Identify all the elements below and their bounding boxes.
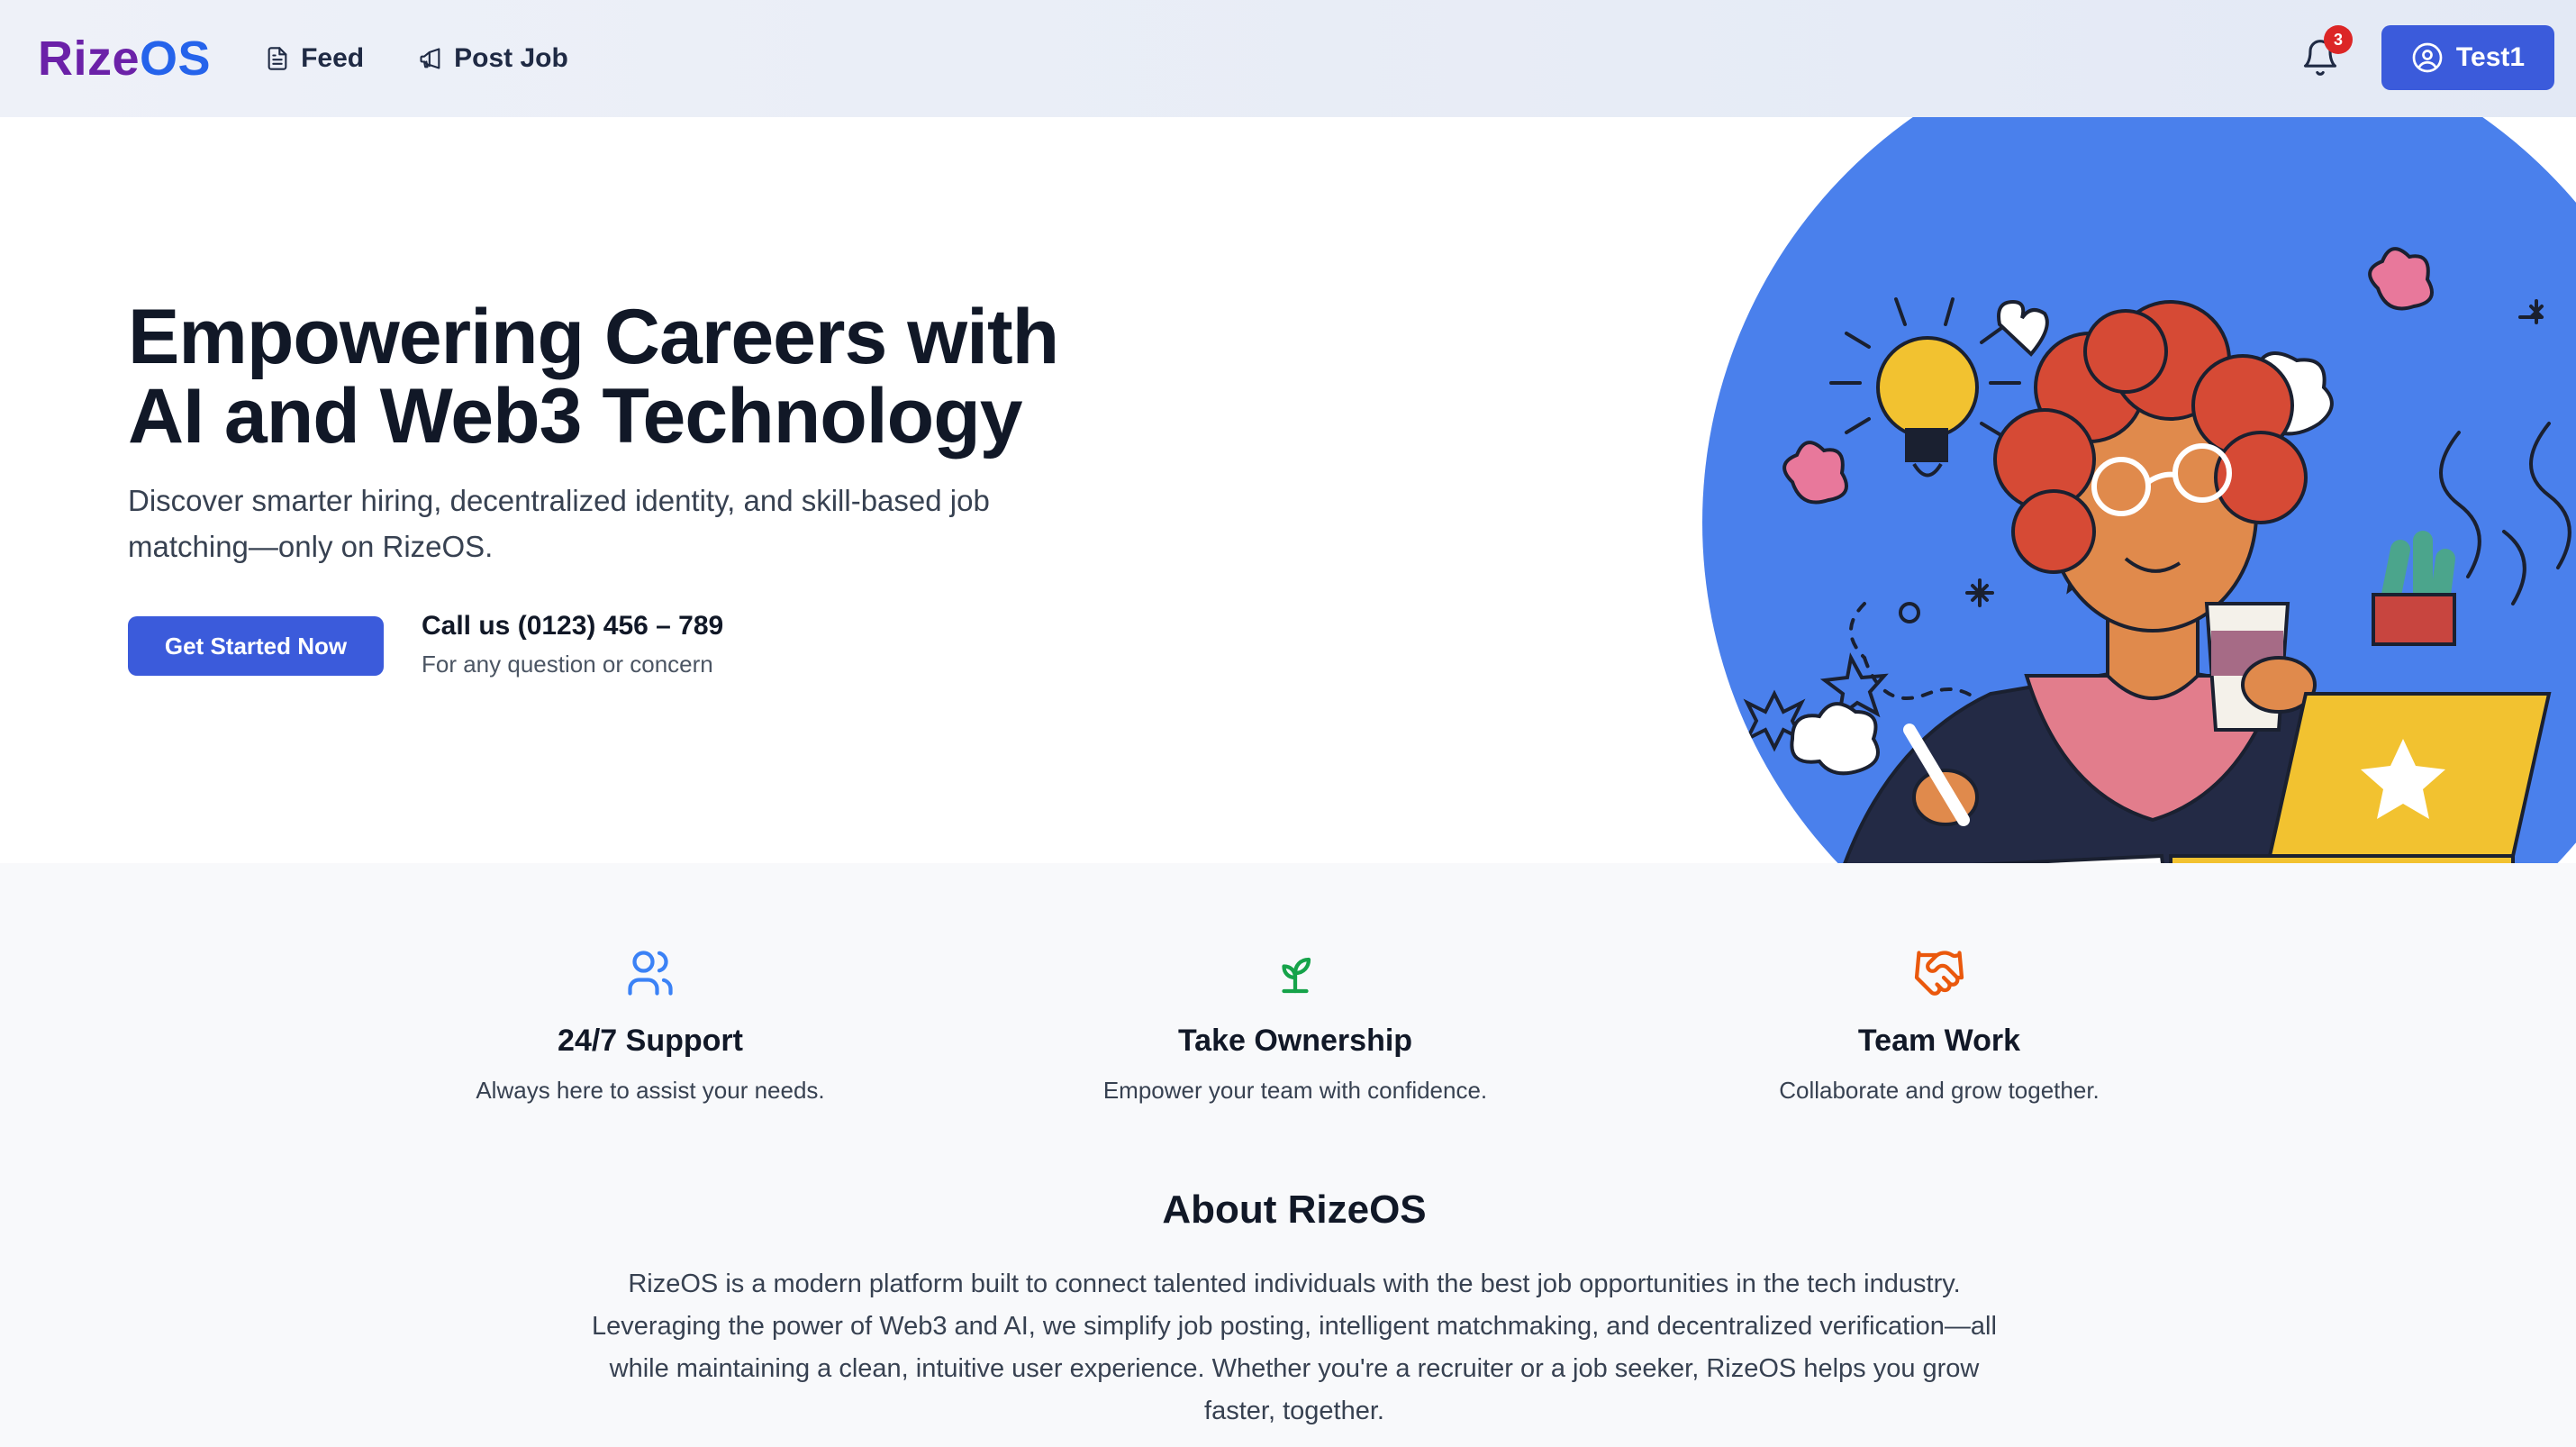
nav-link-post-job[interactable]: Post Job (418, 43, 568, 74)
about-text: RizeOS is a modern platform built to con… (592, 1270, 1997, 1425)
feature-support: 24/7 Support Always here to assist your … (335, 946, 966, 1105)
logo-text-os: OS (140, 32, 212, 86)
hero-section: Empowering Careers with AI and Web3 Tech… (0, 117, 2576, 863)
hero-title-line-2: AI and Web3 Technology (128, 373, 1023, 460)
feature-description: Always here to assist your needs. (476, 1077, 825, 1104)
feature-teamwork: Team Work Collaborate and grow together. (1624, 946, 2254, 1105)
feature-description: Empower your team with confidence. (1102, 1077, 1488, 1104)
hero-subtitle: Discover smarter hiring, decentralized i… (128, 484, 990, 563)
megaphone-icon (420, 48, 440, 69)
handshake-icon (1914, 951, 1964, 996)
user-name-label: Test1 (2455, 42, 2526, 72)
notifications-button[interactable]: 3 (2295, 25, 2353, 83)
nav-right-group: 3 Test1 (2295, 25, 2554, 90)
woman-with-coffee-illustration (1743, 247, 2571, 863)
feature-description: Collaborate and grow together. (1779, 1077, 2100, 1104)
sprout-icon (1282, 957, 1311, 994)
feature-ownership: Take Ownership Empower your team with co… (980, 946, 1610, 1105)
feature-title: 24/7 Support (558, 1024, 743, 1058)
hero-title: Empowering Careers with AI and Web3 Tech… (128, 297, 1164, 456)
feature-title: Team Work (1857, 1024, 2021, 1058)
call-us-caption: For any question or concern (422, 651, 713, 678)
about-title: About RizeOS (1162, 1188, 1427, 1232)
brand-logo[interactable]: RizeOS (38, 31, 211, 86)
users-icon (628, 951, 673, 996)
top-navbar: RizeOS Feed Post Job 3 Test1 (0, 0, 2576, 117)
nav-link-feed[interactable]: Feed (265, 43, 364, 74)
user-menu-button[interactable]: Test1 (2381, 25, 2554, 90)
call-us-phone[interactable]: Call us (0123) 456 – 789 (422, 611, 723, 642)
nav-link-label: Post Job (454, 43, 568, 73)
nav-link-label: Feed (301, 43, 365, 73)
notification-count-badge: 3 (2324, 25, 2353, 54)
call-us-block: Call us (0123) 456 – 789 For any questio… (422, 611, 723, 678)
user-circle-icon (2412, 42, 2443, 73)
hero-illustration (1702, 117, 2576, 863)
get-started-button[interactable]: Get Started Now (128, 616, 384, 676)
hero-title-line-1: Empowering Careers with (128, 294, 1059, 380)
logo-text-rize: Rize (38, 32, 141, 86)
document-icon (268, 47, 287, 70)
feature-title: Take Ownership (1177, 1024, 1413, 1058)
